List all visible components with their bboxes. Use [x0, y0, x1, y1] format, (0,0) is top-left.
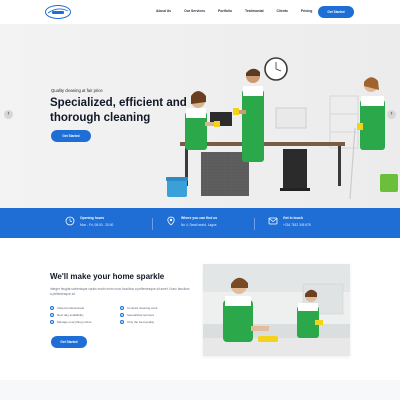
feature-item: ✓ Manage everything online — [50, 320, 92, 324]
check-icon: ✓ — [120, 320, 124, 324]
map-pin-icon — [167, 216, 175, 226]
info-text: +234 7812 345 678 — [283, 223, 311, 227]
feature-item: ✓ Next day availability — [50, 313, 84, 317]
kitchen-cleaning-illustration — [203, 264, 350, 356]
hero-get-started-button[interactable]: Get Started — [51, 130, 91, 142]
top-navigation: About Us Our Services Portfolio Testimon… — [0, 0, 400, 24]
about-text: Integer feugiat scelerisque varius morbi… — [50, 287, 190, 296]
nav-get-started-button[interactable]: Get Started — [318, 6, 354, 18]
nav-link-pricing[interactable]: Pricing — [301, 9, 313, 13]
nav-link-about[interactable]: About Us — [156, 9, 171, 13]
hero-tagline: Quality cleaning at fair price — [51, 88, 103, 93]
about-get-started-button[interactable]: Get Started — [51, 336, 87, 348]
feature-item: ✓ Specialized services — [120, 313, 155, 317]
about-title: We'll make your home sparkle — [50, 272, 165, 281]
info-title: Where you can find us — [181, 216, 218, 220]
hero-banner: Quality cleaning at fair price Specializ… — [0, 24, 400, 208]
divider — [254, 218, 255, 230]
company-logo[interactable] — [44, 4, 72, 20]
info-location: Where you can find us No 4, Small world,… — [166, 216, 217, 227]
hero-title: Specialized, efficient and thorough clea… — [50, 97, 187, 124]
info-bar: Opening hours Mon - Fri, 08:00 - 20:00 W… — [0, 208, 400, 238]
nav-link-services[interactable]: Our Services — [184, 9, 205, 13]
next-section-band — [0, 380, 400, 400]
check-icon: ✓ — [50, 313, 54, 317]
info-opening-hours: Opening hours Mon - Fri, 08:00 - 20:00 — [65, 216, 113, 227]
chevron-right-icon[interactable]: › — [387, 110, 396, 119]
feature-list: ✓ Vetted professionals ✓ Contract cleaning… — [50, 306, 190, 324]
check-icon: ✓ — [50, 320, 54, 324]
info-text: Mon - Fri, 08:00 - 20:00 — [80, 223, 114, 227]
chevron-left-icon[interactable]: ‹ — [4, 110, 13, 119]
info-title: Get in touch — [283, 216, 303, 220]
check-icon: ✓ — [120, 306, 124, 310]
feature-item: ✓ Only the best quality — [120, 320, 155, 324]
feature-item: ✓ Contract cleaning work — [120, 306, 158, 310]
nav-link-portfolio[interactable]: Portfolio — [218, 9, 232, 13]
info-contact: Get in touch +234 7812 345 678 — [268, 216, 311, 227]
nav-link-testimonial[interactable]: Testimonial — [245, 9, 264, 13]
check-icon: ✓ — [50, 306, 54, 310]
about-photo — [203, 264, 350, 356]
check-icon: ✓ — [120, 313, 124, 317]
nav-link-clients[interactable]: Clients — [277, 9, 288, 13]
info-title: Opening hours — [80, 216, 105, 220]
info-text: No 4, Small world, Lagos — [181, 223, 217, 227]
feature-item: ✓ Vetted professionals — [50, 306, 85, 310]
divider — [152, 218, 153, 230]
clock-icon — [65, 216, 75, 226]
phone-icon — [268, 217, 278, 225]
